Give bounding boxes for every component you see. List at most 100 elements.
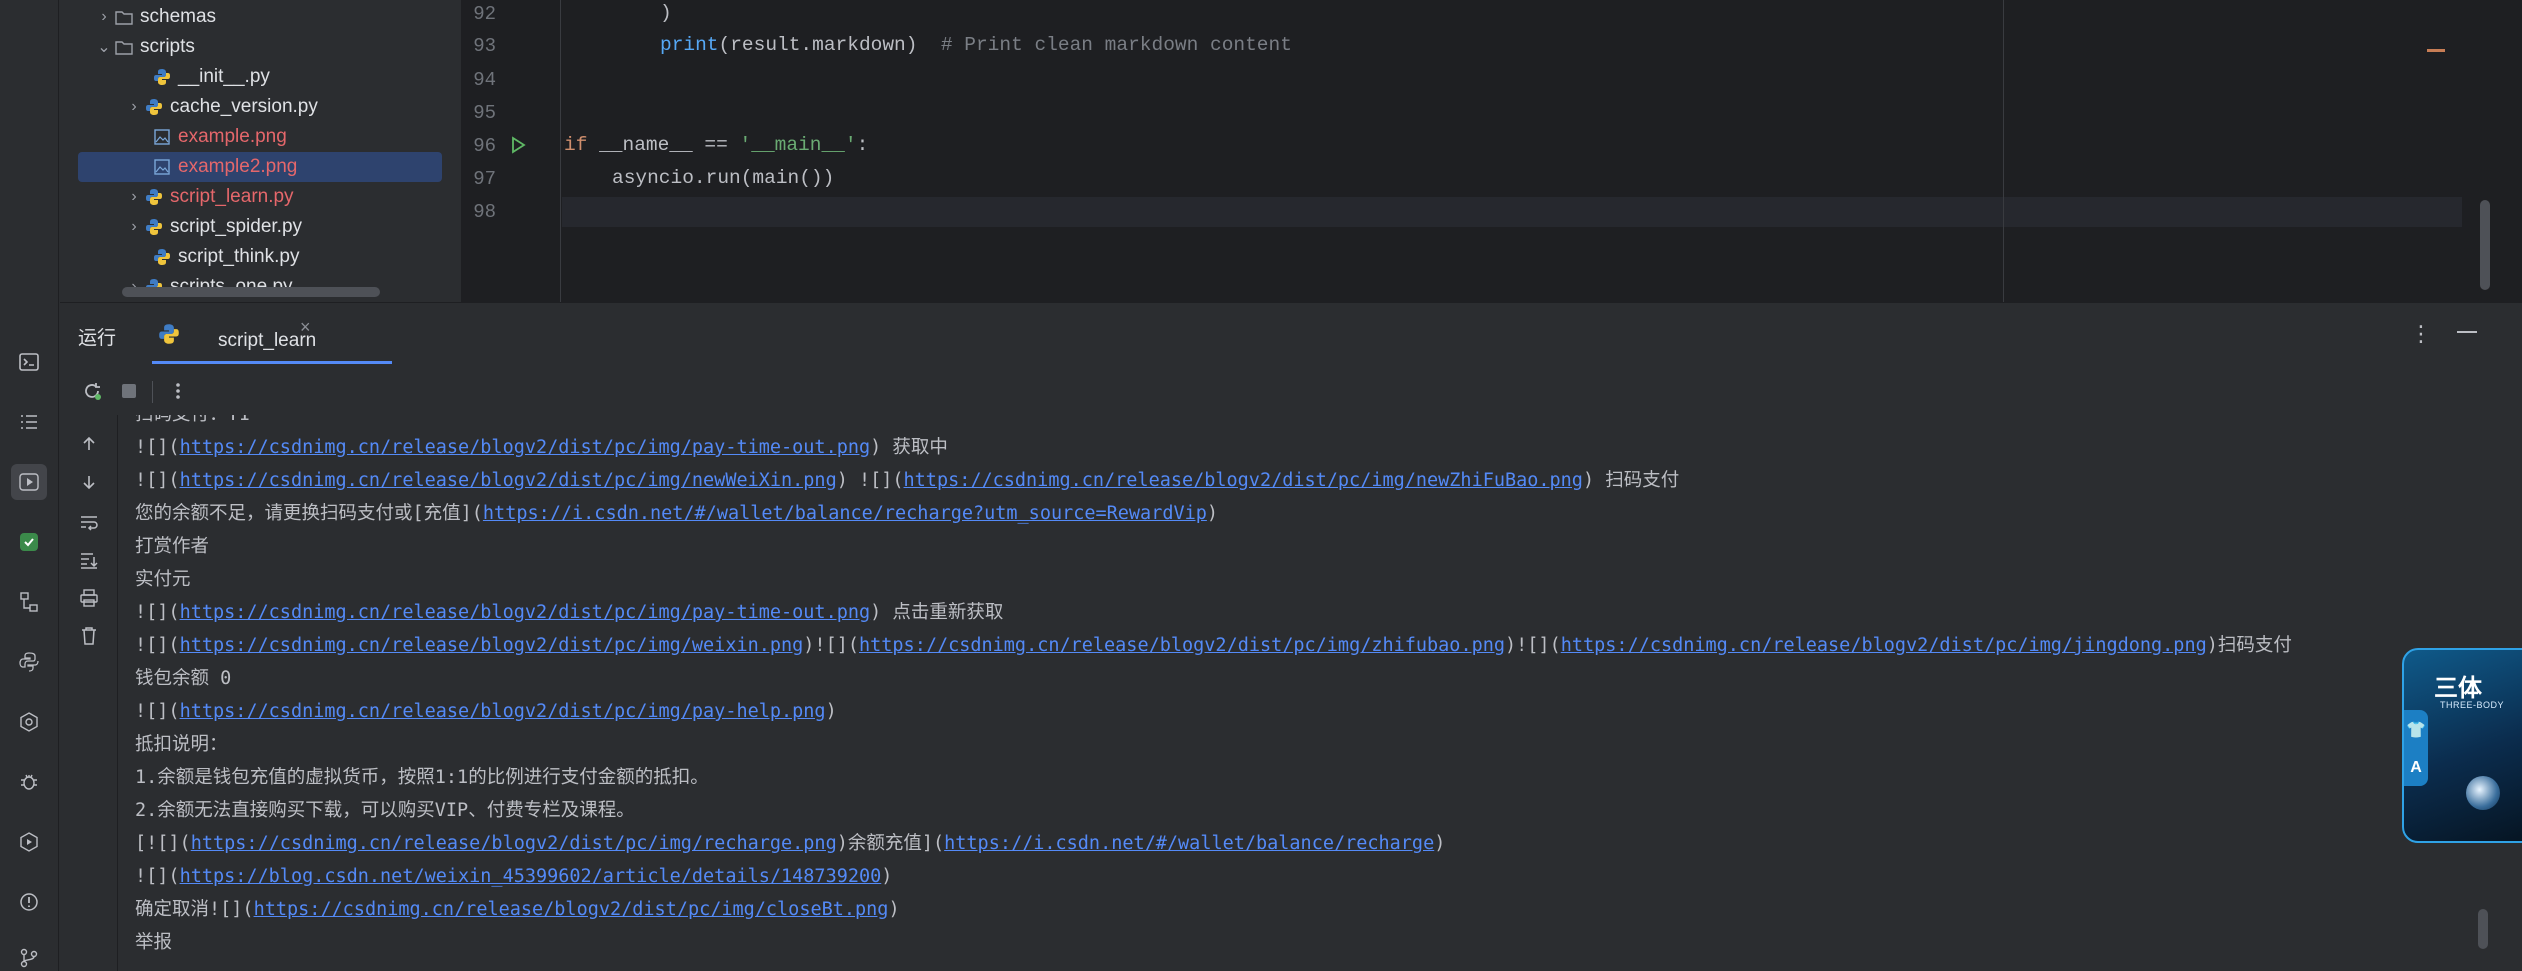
console-line: ![](https://csdnimg.cn/release/blogv2/di… [135, 599, 1003, 627]
floating-widget[interactable]: 三体 THREE-BODY 👕 A [2402, 648, 2522, 843]
settings-icon[interactable] [11, 704, 47, 740]
console-line: 钱包余额 0 [135, 665, 231, 693]
console-link[interactable]: https://blog.csdn.net/weixin_45399602/ar… [180, 866, 882, 887]
tree-item-init-py[interactable]: __init__.py [152, 62, 270, 92]
stop-icon[interactable] [115, 377, 143, 405]
console-link[interactable]: https://csdnimg.cn/release/blogv2/dist/p… [904, 470, 1583, 491]
run-tool-window: 运行 script_learn × ⋮ 扫码支付：¥1![](https://c… [60, 302, 2522, 971]
tree-item-label: scripts [140, 36, 195, 57]
console-output[interactable]: 扫码支付：¥1![](https://csdnimg.cn/release/bl… [135, 415, 2515, 971]
console-link[interactable]: https://csdnimg.cn/release/blogv2/dist/p… [180, 701, 826, 722]
console-text: [![]( [135, 833, 191, 854]
debug-icon[interactable] [11, 764, 47, 800]
tab-script-learn[interactable]: script_learn [150, 315, 392, 367]
console-vertical-scrollbar[interactable] [2478, 909, 2488, 949]
line-number-gutter: 92 93 94 95 96 97 98 [462, 0, 562, 302]
console-link[interactable]: https://csdnimg.cn/release/blogv2/dist/p… [1561, 635, 2207, 656]
console-text: 确定取消![]( [135, 899, 254, 920]
console-link[interactable]: https://csdnimg.cn/release/blogv2/dist/p… [180, 437, 871, 458]
console-line: 打赏作者 [135, 533, 209, 561]
trash-icon[interactable] [76, 623, 102, 649]
right-margin-guide [2003, 0, 2004, 302]
scroll-to-end-icon[interactable] [76, 547, 102, 573]
console-line: 2.余额无法直接购买下载，可以购买VIP、付费专栏及课程。 [135, 797, 635, 825]
print-icon[interactable] [76, 585, 102, 611]
code-line-92: ) [660, 2, 672, 24]
soft-wrap-icon[interactable] [76, 509, 102, 535]
chevron-right-icon[interactable]: › [124, 98, 144, 116]
console-text: ) 获取中 [870, 437, 948, 458]
console-link[interactable]: https://i.csdn.net/#/wallet/balance/rech… [944, 833, 1434, 854]
chevron-down-icon[interactable]: ⌄ [94, 37, 114, 57]
console-link[interactable]: https://i.csdn.net/#/wallet/balance/rech… [483, 503, 1207, 524]
chevron-right-icon[interactable]: › [94, 8, 114, 26]
git-icon[interactable] [11, 940, 47, 971]
problems-icon[interactable] [11, 884, 47, 920]
console-text: ![]( [135, 437, 180, 458]
console-text: ![]( [135, 866, 180, 887]
python-file-icon [152, 67, 172, 87]
console-text: )![]( [803, 635, 859, 656]
tree-item-cache-version-py[interactable]: › cache_version.py [124, 92, 318, 122]
console-line: 确定取消![](https://csdnimg.cn/release/blogv… [135, 896, 900, 924]
chevron-right-icon[interactable]: › [124, 188, 144, 206]
console-link[interactable]: https://csdnimg.cn/release/blogv2/dist/p… [180, 470, 837, 491]
console-link[interactable]: https://csdnimg.cn/release/blogv2/dist/p… [254, 899, 889, 920]
deploy-icon[interactable] [11, 824, 47, 860]
python-file-icon [152, 247, 172, 267]
console-link[interactable]: https://csdnimg.cn/release/blogv2/dist/p… [180, 635, 804, 656]
planet-icon [2466, 776, 2500, 810]
code-token: (result.markdown) [718, 34, 918, 56]
run-gutter-icon[interactable] [508, 135, 528, 155]
widget-side-tabs[interactable]: 👕 A [2404, 710, 2428, 786]
console-text: ![]( [135, 470, 180, 491]
tree-item-scripts[interactable]: ⌄ scripts [94, 32, 195, 62]
run-panel-header: 运行 script_learn × ⋮ [60, 303, 2522, 367]
widget-subtitle: THREE-BODY [2440, 700, 2505, 710]
more-icon[interactable] [164, 377, 192, 405]
terminal-icon[interactable] [11, 344, 47, 380]
tree-item-label: example2.png [178, 156, 298, 177]
shirt-icon[interactable]: 👕 [2406, 720, 2426, 740]
minimize-icon[interactable] [2457, 331, 2477, 333]
tree-item-script-spider-py[interactable]: › script_spider.py [124, 212, 302, 242]
python-packages-icon[interactable] [11, 524, 47, 560]
console-text: 举报 [135, 932, 173, 953]
structure-icon[interactable] [11, 404, 47, 440]
console-link[interactable]: https://csdnimg.cn/release/blogv2/dist/p… [859, 635, 1505, 656]
code-editor[interactable]: 92 93 94 95 96 97 98 ) print(result.mark… [461, 0, 2522, 302]
run-icon[interactable] [11, 464, 47, 500]
python-console-icon[interactable] [11, 644, 47, 680]
console-text: 钱包余额 0 [135, 668, 232, 689]
console-text: ) [825, 701, 837, 722]
error-stripe-mark[interactable] [2427, 49, 2445, 52]
console-link[interactable]: https://csdnimg.cn/release/blogv2/dist/p… [191, 833, 837, 854]
console-text: 1.余额是钱包充值的虚拟货币，按照1:1的比例进行支付金额的抵扣。 [135, 767, 709, 788]
chevron-right-icon[interactable]: › [124, 218, 144, 236]
tree-item-script-learn-py[interactable]: › script_learn.py [124, 182, 293, 212]
console-line: [![](https://csdnimg.cn/release/blogv2/d… [135, 830, 1445, 858]
image-file-icon [152, 157, 172, 177]
tree-item-example-png[interactable]: example.png [152, 122, 287, 152]
console-text: 扫码支付：¥1 [135, 415, 250, 425]
console-link[interactable]: https://csdnimg.cn/release/blogv2/dist/p… [180, 602, 871, 623]
console-line: ![](https://csdnimg.cn/release/blogv2/di… [135, 632, 2292, 660]
console-line: 您的余额不足，请更换扫码支付或[充值](https://i.csdn.net/#… [135, 500, 1218, 528]
tree-item-script-think-py[interactable]: script_think.py [152, 242, 299, 272]
run-toolbar [60, 367, 2522, 415]
arrow-down-icon[interactable] [76, 469, 102, 495]
close-icon[interactable]: × [300, 317, 311, 338]
tree-item-label: script_spider.py [170, 216, 303, 237]
services-icon[interactable] [11, 584, 47, 620]
tree-item-schemas[interactable]: › schemas [94, 2, 216, 32]
editor-vertical-scrollbar[interactable] [2480, 200, 2490, 290]
widget-tab-a[interactable]: A [2410, 759, 2422, 777]
more-options-icon[interactable]: ⋮ [2410, 321, 2432, 347]
console-line: ![](https://csdnimg.cn/release/blogv2/di… [135, 698, 837, 726]
console-text: 打赏作者 [135, 536, 210, 557]
horizontal-scrollbar[interactable] [122, 287, 380, 297]
rerun-icon[interactable] [78, 377, 106, 405]
arrow-up-icon[interactable] [76, 431, 102, 457]
tree-item-example2-png[interactable]: example2.png [78, 152, 442, 182]
code-string: '__main__' [739, 134, 857, 156]
